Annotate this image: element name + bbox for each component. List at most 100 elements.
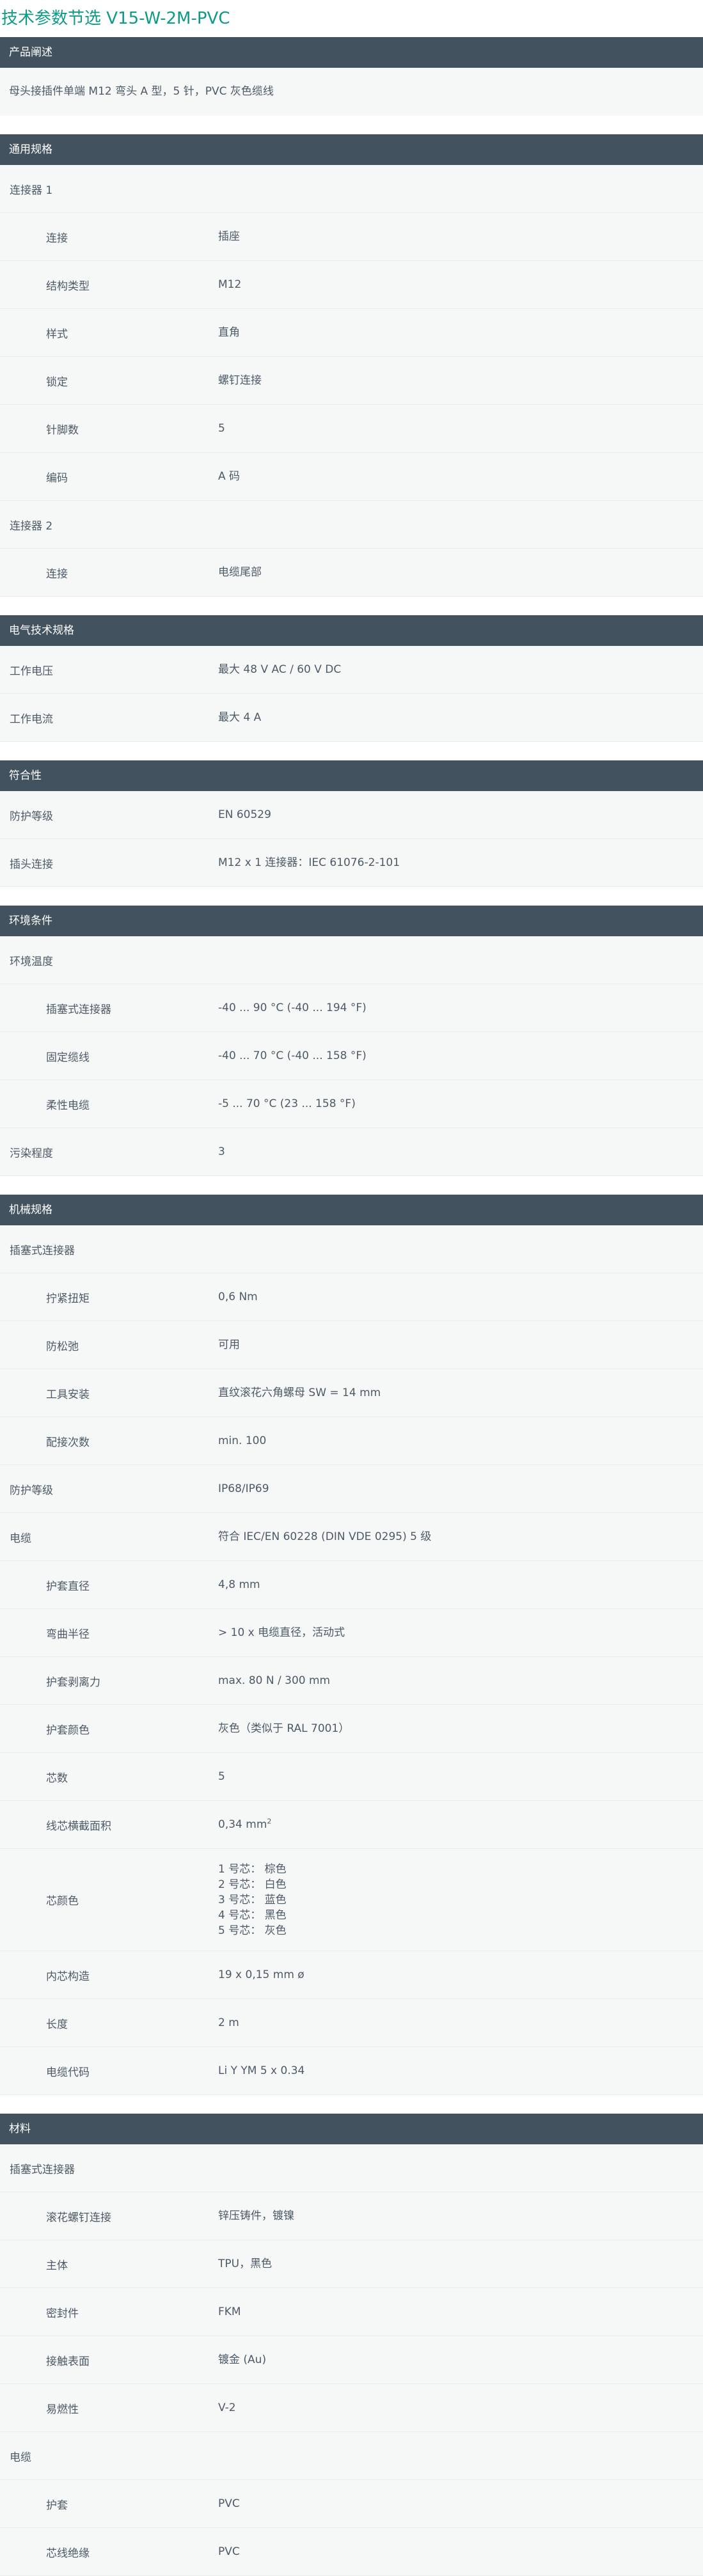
section-header: 环境条件 [0,906,703,936]
spec-value: EN 60529 [218,807,703,822]
spec-row: 环境温度 [0,936,703,984]
spec-label: 防护等级 [10,810,53,823]
spec-label: 编码 [46,471,68,485]
spec-subrow: 连接 插座 [0,213,703,261]
spec-subrow: 配接次数 min. 100 [0,1417,703,1465]
spec-label: 插塞式连接器 [10,2163,75,2176]
spec-value-text: 可用 [218,1339,240,1351]
section-gap [0,742,703,760]
spec-value: 5 [218,1769,703,1784]
spec-value: 可用 [218,1337,703,1353]
spec-value-text: PVC [218,2497,240,2510]
spec-value: 5 [218,421,703,436]
spec-label: 防松弛 [46,1340,79,1353]
spec-value: 锌压铸件，镀镍 [218,2208,703,2224]
spec-value-text: 0,6 Nm [218,1291,258,1303]
spec-value: 镀金 (Au) [218,2352,703,2368]
spec-value: -40 ... 70 °C (-40 ... 158 °F) [218,1048,703,1064]
spec-subrow: 接触表面 镀金 (Au) [0,2336,703,2384]
spec-value: 19 x 0,15 mm ø [218,1967,703,1983]
spec-label: 柔性电缆 [46,1099,90,1112]
spec-row: 防护等级 IP68/IP69 [0,1465,703,1513]
spec-value: 0,34 mm2 [218,1817,703,1832]
spec-value: 1 号芯： 棕色 2 号芯： 白色 3 号芯： 蓝色 4 号芯： 黑色 5 号芯： 灰色 [218,1862,703,1938]
spec-value-text: 19 x 0,15 mm ø [218,1968,304,1981]
spec-subrow: 护套颜色 灰色（类似于 RAL 7001） [0,1705,703,1753]
spec-value-superscript: 2 [267,1817,272,1826]
spec-subrow: 滚花螺钉连接 锌压铸件，镀镍 [0,2192,703,2240]
spec-subrow: 易燃性 V-2 [0,2384,703,2432]
spec-label: 护套 [46,2499,68,2512]
section-gap [0,2095,703,2114]
spec-subrow: 编码 A 码 [0,453,703,501]
spec-label: 电缆 [10,1532,31,1545]
spec-value-text: M12 x 1 连接器：IEC 61076-2-101 [218,856,400,869]
spec-value: 直角 [218,325,703,340]
section-header: 通用规格 [0,134,703,165]
spec-label: 线芯横截面积 [46,1819,111,1833]
spec-value-text: 镀金 (Au) [218,2353,267,2366]
spec-subrow: 电缆代码 Li Y YM 5 x 0.34 [0,2047,703,2095]
spec-label: 插塞式连接器 [10,1244,75,1257]
spec-value: FKM [218,2304,703,2320]
spec-value-text: TPU，黑色 [218,2258,273,2270]
spec-label: 工作电压 [10,664,53,678]
spec-subrow: 主体 TPU，黑色 [0,2240,703,2288]
spec-subrow: 线芯横截面积 0,34 mm2 [0,1801,703,1849]
spec-value: 最大 4 A [218,710,703,725]
spec-label: 芯颜色 [46,1895,79,1908]
spec-label: 连接 [46,232,68,245]
spec-label: 污染程度 [10,1147,53,1160]
spec-value: IP68/IP69 [218,1481,703,1496]
spec-label: 内芯构造 [46,1970,90,1983]
spec-subrow: 护套剥离力 max. 80 N / 300 mm [0,1657,703,1705]
spec-label: 护套颜色 [46,1724,90,1737]
spec-value-text: max. 80 N / 300 mm [218,1674,331,1687]
spec-value: 灰色（类似于 RAL 7001） [218,1721,703,1736]
spec-value: 0,6 Nm [218,1289,703,1305]
spec-label: 电缆代码 [46,2066,90,2079]
spec-value: V-2 [218,2400,703,2415]
spec-label: 拧紧扭矩 [46,1292,90,1305]
spec-value-text: 螺钉连接 [218,374,262,387]
spec-value-text: -40 ... 70 °C (-40 ... 158 °F) [218,1049,367,1062]
spec-label: 工作电流 [10,712,53,726]
spec-label: 配接次数 [46,1436,90,1449]
spec-subrow: 柔性电缆 -5 ... 70 °C (23 ... 158 °F) [0,1080,703,1128]
spec-value-text: M12 [218,278,242,291]
spec-row: 连接器 1 [0,165,703,213]
spec-label: 连接器 1 [10,184,53,197]
section-header: 符合性 [0,760,703,791]
spec-value: 最大 48 V AC / 60 V DC [218,662,703,677]
spec-row: 插塞式连接器 [0,2144,703,2192]
spec-row: 工作电压 最大 48 V AC / 60 V DC [0,646,703,694]
spec-value: 3 [218,1144,703,1159]
spec-subrow: 内芯构造 19 x 0,15 mm ø [0,1951,703,1999]
spec-value: PVC [218,2544,703,2559]
spec-label: 样式 [46,327,68,341]
spec-value-text: 插座 [218,230,240,243]
section-gap [0,597,703,615]
spec-subrow: 针脚数 5 [0,405,703,453]
spec-value: -40 ... 90 °C (-40 ... 194 °F) [218,1000,703,1016]
spec-label: 工具安装 [46,1388,90,1401]
spec-value-text: Li Y YM 5 x 0.34 [218,2064,305,2077]
spec-value-line: 1 号芯： 棕色 [218,1862,287,1876]
spec-value: 螺钉连接 [218,373,703,388]
section-header: 电气技术规格 [0,615,703,646]
spec-value-line: 3 号芯： 蓝色 [218,1893,287,1906]
spec-value: 4,8 mm [218,1577,703,1592]
spec-value-text: 直角 [218,326,240,339]
spec-row: 插头连接 M12 x 1 连接器：IEC 61076-2-101 [0,839,703,887]
spec-row: 连接器 2 [0,501,703,549]
spec-value: M12 x 1 连接器：IEC 61076-2-101 [218,855,703,870]
spec-subrow: 插塞式连接器 -40 ... 90 °C (-40 ... 194 °F) [0,984,703,1032]
spec-value-text: IP68/IP69 [218,1482,269,1495]
spec-value-text: V-2 [218,2401,236,2414]
spec-value-text: 电缆尾部 [218,566,262,579]
spec-label: 防护等级 [10,1484,53,1497]
spec-row: 电缆 [0,2432,703,2480]
spec-value-text: 5 [218,422,225,435]
spec-value: 电缆尾部 [218,565,703,580]
spec-subrow: 锁定 螺钉连接 [0,357,703,405]
